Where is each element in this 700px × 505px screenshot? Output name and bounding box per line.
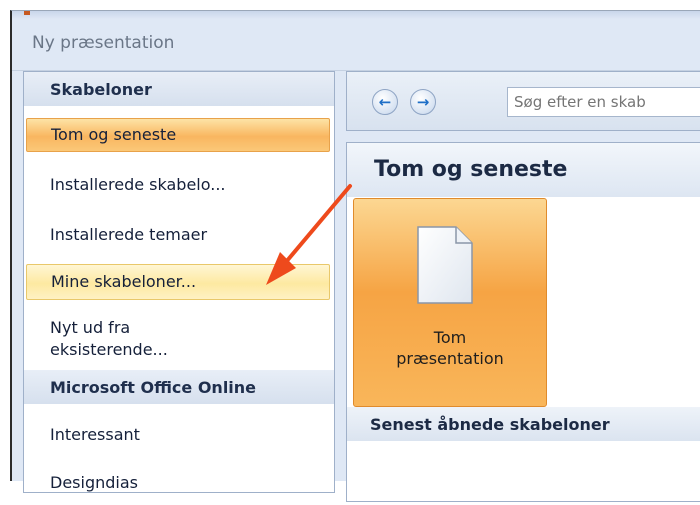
sidebar-item-featured[interactable]: Interessant [26, 418, 330, 452]
section-header-templates: Skabeloner [24, 72, 334, 106]
section-header-label: Skabeloner [50, 79, 152, 99]
forward-arrow-icon: → [416, 93, 430, 111]
sidebar-item-label: Designdias [50, 473, 138, 492]
sidebar-item-label: Installerede skabelo... [50, 175, 226, 194]
tile-label: Tom præsentation [396, 328, 504, 368]
sidebar-item-label: Installerede temaer [50, 225, 208, 244]
search-input[interactable] [507, 87, 700, 117]
navigation-bar: ← → [346, 71, 700, 131]
template-categories-pane: Skabeloner Tom og seneste Installerede s… [23, 71, 335, 493]
forward-button[interactable]: → [410, 89, 436, 115]
dialog-title: Ny præsentation [32, 33, 175, 53]
content-header: Tom og seneste [347, 143, 700, 197]
sidebar-item-my-templates[interactable]: Mine skabeloner... [26, 264, 330, 300]
sidebar-item-label: Nyt ud fra eksisterende... [50, 318, 168, 359]
back-arrow-icon: ← [378, 93, 392, 111]
sidebar-item-label: Interessant [50, 425, 140, 444]
blank-document-icon [417, 226, 473, 304]
sidebar-item-design-slides[interactable]: Designdias [26, 468, 330, 498]
sidebar-item-installed-themes[interactable]: Installerede temaer [26, 218, 330, 252]
app-icon [24, 11, 30, 15]
template-content-pane: Tom og seneste Tom præsentation Senest å… [346, 142, 700, 502]
sidebar-item-blank-recent[interactable]: Tom og seneste [26, 118, 330, 152]
content-title: Tom og seneste [374, 157, 568, 182]
recent-templates-label: Senest åbnede skabeloner [370, 414, 610, 434]
recent-templates-header: Senest åbnede skabeloner [347, 407, 700, 441]
sidebar-item-new-from-existing[interactable]: Nyt ud fra eksisterende... [26, 314, 330, 364]
window-top-strip [12, 11, 700, 19]
blank-presentation-tile[interactable]: Tom præsentation [353, 198, 547, 407]
back-button[interactable]: ← [372, 89, 398, 115]
sidebar-item-label: Mine skabeloner... [51, 272, 197, 291]
section-header-office-online: Microsoft Office Online [24, 370, 334, 404]
sidebar-item-installed-templates[interactable]: Installerede skabelo... [26, 168, 330, 202]
sidebar-item-label: Tom og seneste [51, 125, 177, 144]
section-header-label: Microsoft Office Online [50, 377, 257, 397]
